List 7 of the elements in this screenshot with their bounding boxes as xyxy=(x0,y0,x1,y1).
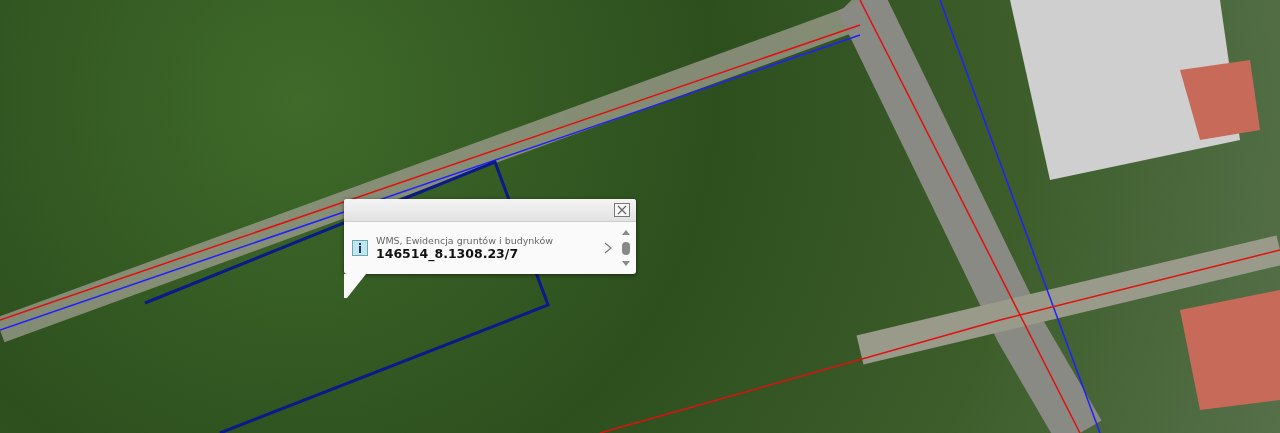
chevron-right-icon[interactable] xyxy=(604,242,612,254)
close-button[interactable] xyxy=(614,203,630,217)
parcel-id: 146514_8.1308.23/7 xyxy=(376,246,520,261)
close-icon xyxy=(617,205,627,215)
scroll-control[interactable] xyxy=(620,228,632,268)
info-icon xyxy=(352,240,368,256)
layer-source-label: WMS, Ewidencja gruntów i budynków xyxy=(376,235,555,246)
